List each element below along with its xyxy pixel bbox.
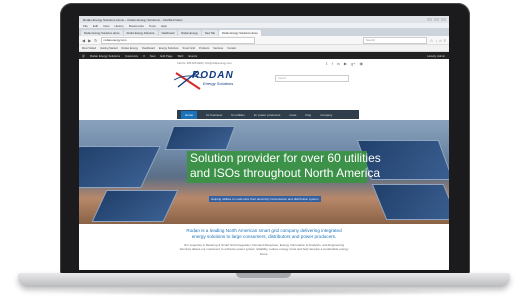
hero-subtext: Helping utilities to modernize their ele… (209, 196, 321, 202)
hero-headline-box: Solution provider for over 60 utilities … (187, 151, 381, 183)
bookmark-star-icon[interactable]: ☆ (430, 38, 434, 43)
rss-icon[interactable]: ◉ (360, 61, 364, 66)
reload-icon[interactable]: ↻ (94, 38, 97, 43)
solar-panel-image (91, 190, 179, 222)
nav-news[interactable]: news (289, 113, 296, 117)
menu-icon[interactable]: ≡ (444, 38, 446, 43)
back-icon[interactable]: ◀ (82, 38, 85, 43)
hero-headline-line: Solution provider for over 60 utilities (190, 151, 381, 165)
browser-tab[interactable]: Rodan Energy Solutions (123, 30, 158, 36)
admin-comments[interactable]: 0 (143, 54, 145, 58)
bookmarks-bar: Most Visited Getting Started Rodan Energ… (79, 45, 449, 52)
youtube-icon[interactable]: ▶ (344, 61, 347, 66)
nav-for-business[interactable]: for business (206, 113, 222, 117)
intro-section: Rodan is a leading North American smart … (79, 228, 449, 256)
menu-view[interactable]: View (103, 24, 109, 28)
minimize-button[interactable] (427, 18, 432, 21)
menu-edit[interactable]: Edit (93, 24, 98, 28)
laptop-shadow (40, 288, 490, 296)
nav-home[interactable]: Home (181, 110, 198, 119)
admin-customize[interactable]: Customize (125, 54, 138, 58)
menu-help[interactable]: Help (161, 24, 167, 28)
logo-text[interactable]: RODAN (192, 70, 234, 81)
bookmark-item[interactable]: Products (199, 47, 209, 50)
bookmark-item[interactable]: Services (213, 47, 223, 50)
solar-panel-image (371, 184, 449, 220)
logo-subtitle: Energy Solutions (203, 81, 234, 86)
browser-search-field[interactable]: Search (362, 36, 427, 44)
admin-edit-page[interactable]: Edit Page (160, 54, 172, 58)
nav-for-power-producers[interactable]: for power producers (254, 113, 281, 117)
nav-company[interactable]: company (320, 113, 332, 117)
intro-headline: Rodan is a leading North American smart … (186, 228, 342, 239)
admin-events[interactable]: Events (188, 54, 197, 58)
site-topline: Call Us: 905-625-9900 | info@rodanenergy… (79, 59, 449, 68)
browser-tab[interactable]: Rodan Energy Solutions Home (81, 30, 123, 36)
browser-tab[interactable]: Dashboard (158, 30, 178, 36)
wordpress-icon[interactable]: Ⓦ (82, 54, 85, 58)
solar-panel-image (79, 146, 161, 188)
browser-titlebar: Rodan Energy Solutions Home – Rodan Ener… (79, 16, 449, 23)
facebook-icon[interactable]: f (332, 61, 333, 66)
intro-body: Our expertise in Metering & Smart Grid I… (179, 243, 349, 256)
linkedin-icon[interactable]: in (337, 61, 340, 66)
nav-blog[interactable]: blog (305, 113, 311, 117)
google-plus-icon[interactable]: g+ (351, 61, 356, 66)
bookmark-item[interactable]: Getting Started (100, 47, 117, 50)
browser-toolbar: ◀ ▶ ↻ rodanenergy.com Search ☆ ↓ ⌂ ≡ (79, 36, 449, 45)
solar-panel-image (164, 126, 236, 150)
twitter-icon[interactable]: 𝕥 (326, 61, 328, 66)
hero-banner: Solution provider for over 60 utilities … (79, 120, 449, 224)
site-search-input[interactable]: Search (275, 75, 349, 82)
bookmark-item[interactable]: Contact (227, 47, 236, 50)
menu-history[interactable]: History (114, 24, 123, 28)
forward-icon[interactable]: ▶ (88, 38, 91, 43)
bookmark-item[interactable]: Rodan Energy (122, 47, 139, 50)
menu-bookmarks[interactable]: Bookmarks (129, 24, 144, 28)
bookmark-item[interactable]: Smart Grid (182, 47, 195, 50)
wp-admin-bar: Ⓦ Rodan Energy Solutions Customize 0 New… (79, 52, 449, 59)
bookmark-item[interactable]: Most Visited (82, 47, 96, 50)
menu-tools[interactable]: Tools (149, 24, 156, 28)
menu-file[interactable]: File (83, 24, 88, 28)
home-icon[interactable]: ⌂ (439, 38, 441, 43)
maximize-button[interactable] (434, 18, 439, 21)
bookmark-item[interactable]: Energy Solutions (159, 47, 179, 50)
browser-tabbar: Rodan Energy Solutions Home Rodan Energy… (79, 28, 449, 36)
admin-site-name[interactable]: Rodan Energy Solutions (90, 54, 120, 58)
admin-user[interactable]: Howdy, Admin (427, 54, 449, 58)
browser-tab[interactable]: New Tab (201, 30, 218, 36)
nav-for-utilities[interactable]: for utilities (231, 113, 245, 117)
site-navigation: Home for business for utilities for powe… (177, 110, 359, 119)
bookmark-item[interactable]: Dashboard (142, 47, 155, 50)
hero-headline-line: and ISOs throughout North America (190, 166, 381, 180)
admin-seo[interactable]: SEO (178, 54, 184, 58)
url-field[interactable]: rodanenergy.com (100, 36, 255, 44)
browser-tab[interactable]: Rodan Energy (178, 30, 201, 36)
close-button[interactable] (441, 18, 446, 21)
browser-tab-active[interactable]: Rodan Energy Solutions Home (218, 30, 261, 36)
laptop-frame: Rodan Energy Solutions Home – Rodan Ener… (0, 0, 527, 307)
laptop-notch (236, 273, 291, 278)
window-title: Rodan Energy Solutions Home – Rodan Ener… (83, 17, 183, 22)
contact-info: Call Us: 905-625-9900 | info@rodanenergy… (177, 62, 232, 65)
social-icons: 𝕥 f in ▶ g+ ◉ (326, 61, 449, 66)
laptop-screen: Rodan Energy Solutions Home – Rodan Ener… (79, 16, 449, 270)
site-header: RODAN Energy Solutions Search (79, 68, 449, 92)
download-icon[interactable]: ↓ (435, 38, 437, 43)
admin-new[interactable]: New (150, 54, 156, 58)
